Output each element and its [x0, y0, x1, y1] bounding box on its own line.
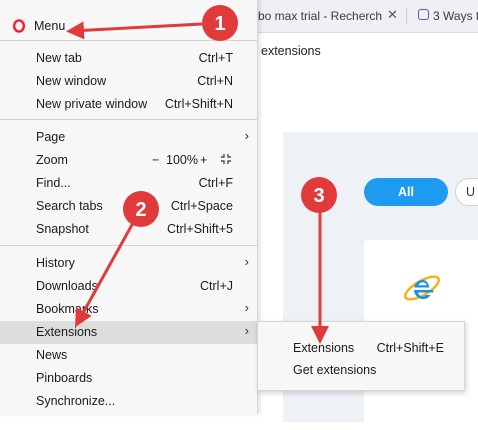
- chevron-right-icon: ›: [244, 254, 249, 269]
- submenu-item-shortcut: Ctrl+Shift+E: [376, 341, 444, 355]
- menu-item-shortcut: Ctrl+N: [197, 74, 233, 88]
- menu-item-label: Downloads: [36, 279, 98, 293]
- filter-all-button[interactable]: All: [364, 178, 448, 206]
- menu-item-new-window[interactable]: New window Ctrl+N: [0, 70, 257, 93]
- menu-item-label: Extensions: [36, 325, 98, 339]
- menu-item-label: Snapshot: [36, 222, 89, 236]
- menu-item-shortcut: Ctrl+T: [198, 51, 233, 65]
- submenu-item-get-extensions[interactable]: Get extensions: [258, 359, 464, 381]
- menu-item-shortcut: Ctrl+Shift+5: [166, 222, 233, 236]
- menu-title: Menu: [34, 19, 66, 33]
- submenu-item-extensions[interactable]: Extensions Ctrl+Shift+E: [258, 337, 464, 359]
- menu-item-zoom: Zoom − 100% +: [0, 149, 257, 172]
- menu-item-label: Synchronize...: [36, 394, 116, 408]
- menu-item-pinboards[interactable]: Pinboards: [0, 367, 257, 390]
- menu-item-search-tabs[interactable]: Search tabs Ctrl+Space: [0, 195, 257, 218]
- submenu-item-label: Get extensions: [293, 363, 377, 377]
- menu-item-label: Page: [36, 130, 66, 144]
- menu-item-find[interactable]: Find... Ctrl+F: [0, 172, 257, 195]
- menu-item-snapshot[interactable]: Snapshot Ctrl+Shift+5: [0, 218, 257, 241]
- opera-logo-icon: [13, 19, 25, 33]
- main-menu: Menu New tab Ctrl+T New window Ctrl+N Ne…: [0, 0, 258, 414]
- menu-item-downloads[interactable]: Downloads Ctrl+J: [0, 275, 257, 298]
- menu-item-label: Pinboards: [36, 371, 93, 385]
- menu-item-label: Find...: [36, 176, 71, 190]
- menu-header[interactable]: Menu: [0, 0, 257, 40]
- menu-item-news[interactable]: News: [0, 344, 257, 367]
- zoom-level: 100%: [166, 153, 198, 167]
- tab-favicon-icon: [418, 9, 429, 20]
- zoom-out-button[interactable]: −: [152, 153, 159, 167]
- chevron-right-icon: ›: [244, 323, 249, 338]
- menu-divider: [0, 40, 257, 41]
- filter-updates-button[interactable]: U: [455, 178, 478, 206]
- menu-item-label: Search tabs: [36, 199, 103, 213]
- extensions-submenu: Extensions Ctrl+Shift+E Get extensions: [257, 321, 465, 391]
- zoom-in-button[interactable]: +: [200, 153, 207, 167]
- menu-item-history[interactable]: History ›: [0, 252, 257, 275]
- fullscreen-icon[interactable]: [220, 153, 232, 165]
- submenu-item-label: Extensions: [293, 341, 355, 355]
- tab-title[interactable]: bo max trial - Recherch: [258, 9, 382, 23]
- menu-item-bookmarks[interactable]: Bookmarks ›: [0, 298, 257, 321]
- menu-item-synchronize[interactable]: Synchronize...: [0, 390, 257, 413]
- menu-item-label: History: [36, 256, 75, 270]
- tab-separator: [406, 8, 407, 24]
- menu-item-shortcut: Ctrl+F: [198, 176, 233, 190]
- menu-divider: [0, 119, 257, 120]
- chevron-right-icon: ›: [244, 128, 249, 143]
- address-text[interactable]: extensions: [261, 44, 321, 58]
- chevron-right-icon: ›: [244, 300, 249, 315]
- tab-close-icon[interactable]: ✕: [387, 7, 398, 23]
- menu-item-label: New tab: [36, 51, 82, 65]
- menu-item-label: Zoom: [36, 153, 68, 167]
- menu-item-shortcut: Ctrl+Shift+N: [164, 97, 233, 111]
- menu-divider: [0, 245, 257, 246]
- menu-item-new-private-window[interactable]: New private window Ctrl+Shift+N: [0, 93, 257, 116]
- menu-item-label: News: [36, 348, 68, 362]
- tab-title[interactable]: 3 Ways t: [433, 9, 478, 23]
- menu-item-label: New window: [36, 74, 107, 88]
- menu-item-page[interactable]: Page ›: [0, 126, 257, 149]
- menu-item-label: Bookmarks: [36, 302, 99, 316]
- menu-item-shortcut: Ctrl+Space: [170, 199, 233, 213]
- menu-item-label: New private window: [36, 97, 148, 111]
- menu-item-new-tab[interactable]: New tab Ctrl+T: [0, 47, 257, 70]
- internet-explorer-icon: [403, 275, 441, 301]
- menu-item-shortcut: Ctrl+J: [200, 279, 233, 293]
- menu-item-extensions[interactable]: Extensions ›: [0, 321, 257, 344]
